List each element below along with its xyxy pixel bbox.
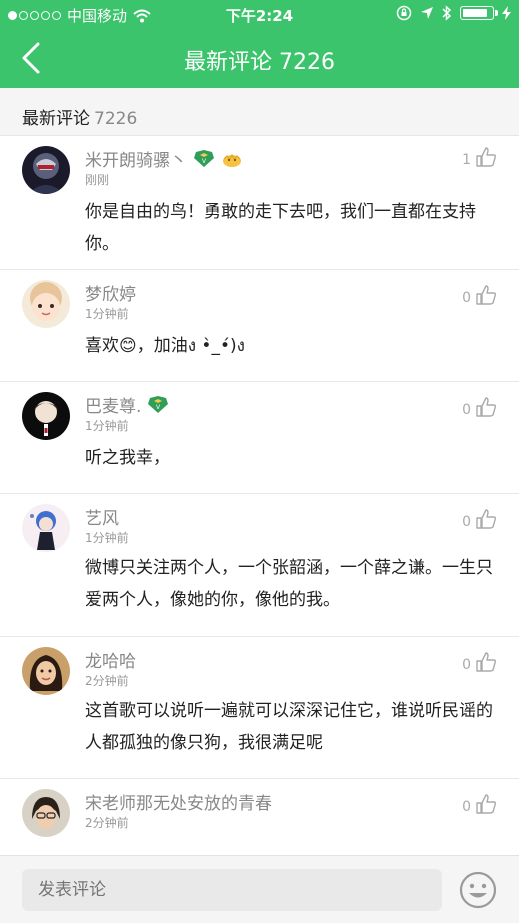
like-count: 0	[462, 290, 471, 306]
thumbs-up-icon[interactable]	[475, 793, 497, 815]
thumbs-up-icon[interactable]	[475, 284, 497, 306]
comment-item: 艺风 1分钟前 0 微博只关注两个人，一个张韶涵，一个薛之谦。一生只爱两个人，像…	[0, 494, 519, 637]
comment-item: 米开朗骑骡丶 V 刚刚 1 你是自由的鸟！勇敢的走下去吧，我们一直都在支持你。	[0, 136, 519, 270]
nav-bar: 最新评论 7226	[0, 28, 519, 88]
thumbs-up-icon[interactable]	[475, 508, 497, 530]
avatar[interactable]	[22, 789, 70, 837]
comment-time: 1分钟前	[85, 531, 129, 545]
like-button[interactable]: 1	[462, 146, 497, 168]
comment-author[interactable]: 艺风	[85, 504, 119, 529]
comment-item: 龙哈哈 2分钟前 0 这首歌可以说听一遍就可以深深记住它，谁说听民谣的人都孤独的…	[0, 637, 519, 779]
comment-time: 2分钟前	[85, 816, 129, 830]
like-button[interactable]: 0	[462, 284, 497, 306]
battery-icon	[460, 6, 498, 20]
comment-time: 1分钟前	[85, 419, 129, 433]
comment-time: 刚刚	[85, 173, 110, 187]
thumbs-up-icon[interactable]	[475, 396, 497, 418]
thumbs-up-icon[interactable]	[475, 146, 497, 168]
section-label: 最新评论	[22, 109, 90, 129]
comment-item: 梦欣婷 1分钟前 0 喜欢😊，加油ง •̀_•́)ง	[0, 270, 519, 382]
hatch-chick-badge-icon	[223, 153, 241, 167]
rotation-lock-icon	[396, 5, 412, 21]
comment-time: 2分钟前	[85, 674, 129, 688]
comment-text: 喜欢😊，加油ง •̀_•́)ง	[85, 336, 245, 356]
avatar[interactable]	[22, 280, 70, 328]
comment-author[interactable]: 米开朗骑骡丶 V	[85, 146, 243, 171]
comment-item: 巴麦尊. V 1分钟前 0 听之我幸，	[0, 382, 519, 494]
comment-author[interactable]: 龙哈哈	[85, 647, 136, 672]
comment-text: 这首歌可以说听一遍就可以深深记住它，谁说听民谣的人都孤独的像只狗，我很满足呢	[85, 701, 493, 753]
comment-item: 宋老师那无处安放的青春 2分钟前 0	[0, 779, 519, 859]
avatar[interactable]	[22, 146, 70, 194]
comment-author[interactable]: 巴麦尊. V	[85, 392, 169, 417]
comment-list: 米开朗骑骡丶 V 刚刚 1 你是自由的鸟！勇敢的走下去吧，我们一直都在支持你。	[0, 136, 519, 859]
page-title: 最新评论 7226	[184, 50, 335, 75]
section-header: 最新评论 7226	[0, 88, 519, 136]
like-count: 0	[462, 514, 471, 530]
like-button[interactable]: 0	[462, 793, 497, 815]
charging-bolt-icon	[502, 6, 511, 20]
avatar[interactable]	[22, 504, 70, 552]
like-button[interactable]: 0	[462, 396, 497, 418]
vip-badge-icon: V	[148, 395, 169, 413]
section-count: 7226	[94, 109, 138, 129]
like-count: 0	[462, 799, 471, 815]
comment-author[interactable]: 梦欣婷	[85, 280, 136, 305]
emoji-icon[interactable]	[458, 870, 498, 910]
comment-composer	[0, 855, 519, 923]
like-count: 1	[462, 152, 471, 168]
vip-badge-icon: V	[194, 149, 214, 167]
comment-input[interactable]	[22, 869, 442, 911]
status-bar: 中国移动 下午2:24	[0, 0, 519, 28]
like-count: 0	[462, 402, 471, 418]
like-count: 0	[462, 657, 471, 673]
avatar[interactable]	[22, 392, 70, 440]
comment-text: 你是自由的鸟！勇敢的走下去吧，我们一直都在支持你。	[85, 202, 476, 254]
like-button[interactable]: 0	[462, 651, 497, 673]
comment-text: 听之我幸，	[85, 448, 170, 468]
comment-text: 微博只关注两个人，一个张韶涵，一个薛之谦。一生只爱两个人，像她的你，像他的我。	[85, 558, 493, 610]
comment-author[interactable]: 宋老师那无处安放的青春	[85, 789, 272, 814]
avatar[interactable]	[22, 647, 70, 695]
bluetooth-icon	[442, 5, 452, 21]
comment-time: 1分钟前	[85, 307, 129, 321]
location-arrow-icon	[421, 7, 433, 19]
thumbs-up-icon[interactable]	[475, 651, 497, 673]
like-button[interactable]: 0	[462, 508, 497, 530]
